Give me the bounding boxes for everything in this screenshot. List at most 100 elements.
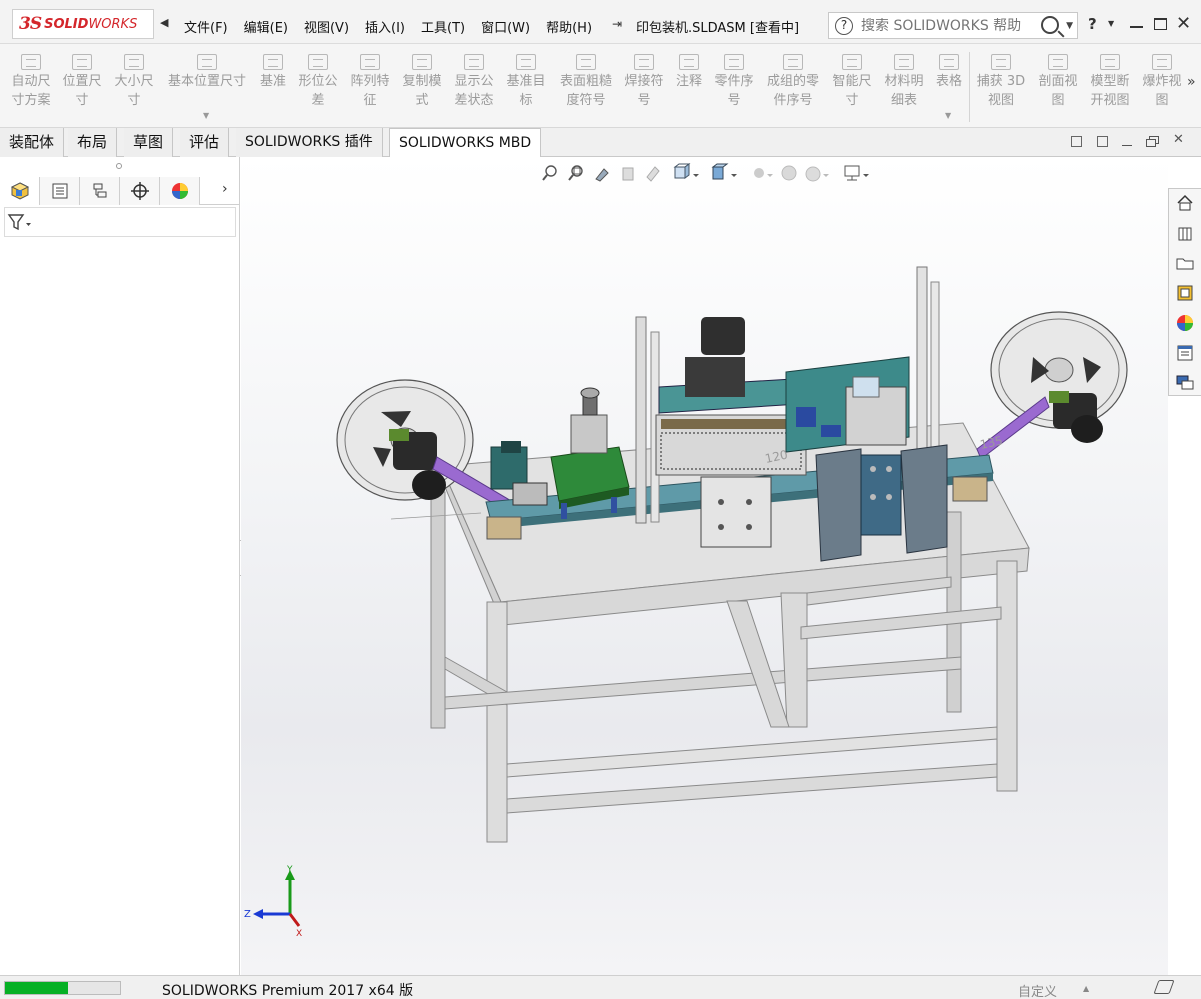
help-search-input[interactable] — [861, 17, 1031, 34]
tool-label: 复制模 — [402, 74, 442, 89]
help-dropdown-icon[interactable]: ▼ — [1108, 19, 1114, 28]
dimxpert-manager-tab[interactable] — [120, 177, 160, 205]
tool-weld-symbol[interactable]: 焊接符号 — [620, 54, 668, 110]
tool-surface-finish[interactable]: 表面粗糙 度符号 — [555, 54, 617, 110]
maximize-button[interactable] — [1154, 18, 1167, 30]
menu-bar: 文件(F) 编辑(E) 视图(V) 插入(I) 工具(T) 窗口(W) 帮助(H… — [176, 17, 600, 36]
tool-label: 寸 — [75, 93, 89, 108]
tool-exploded-view[interactable]: 爆炸视图 — [1138, 54, 1186, 110]
property-manager-tab[interactable] — [40, 177, 80, 205]
appearances-icon[interactable] — [1173, 311, 1197, 335]
design-library-icon[interactable] — [1173, 221, 1197, 245]
configuration-manager-icon — [93, 183, 106, 198]
search-dropdown-icon[interactable]: ▼ — [1066, 21, 1073, 31]
search-icon[interactable] — [1041, 16, 1059, 34]
menu-help[interactable]: 帮助(H) — [546, 17, 592, 36]
tool-location-dimension[interactable]: 位置尺寸 — [58, 54, 106, 110]
solidworks-logo[interactable]: 3S SOLID WORKS — [12, 9, 154, 39]
menu-collapse-icon[interactable]: ◀ — [160, 16, 168, 29]
tool-label: 智能尺 — [832, 74, 872, 89]
graphics-area[interactable]: 120 135 Y Z X — [241, 157, 1168, 975]
help-search-box[interactable]: ? ▼ — [828, 12, 1078, 39]
pin-menu-icon[interactable]: ⇥ — [612, 17, 622, 31]
minimize-button[interactable] — [1130, 26, 1143, 28]
feature-manager-tab[interactable] — [0, 177, 40, 205]
view-palette-icon[interactable] — [1173, 281, 1197, 305]
tool-label: 基准 — [259, 74, 286, 89]
tool-label: 零件序 — [714, 74, 754, 89]
basic-location-dropdown-icon[interactable]: ▼ — [203, 111, 209, 120]
assembly-model[interactable]: 120 135 — [241, 157, 1168, 975]
forum-icon[interactable] — [1173, 371, 1197, 395]
menu-view[interactable]: 视图(V) — [304, 17, 349, 36]
tool-capture-3d-view[interactable]: 捕获 3D 视图 — [974, 54, 1028, 110]
property-manager-icon — [52, 183, 67, 199]
tab-evaluate[interactable]: 评估 — [180, 128, 230, 157]
doc-close-button[interactable]: ✕ — [1173, 132, 1184, 147]
tool-table[interactable]: 表格 — [932, 54, 966, 91]
tool-size-dimension[interactable]: 大小尺寸 — [110, 54, 158, 110]
auto-dimension-scheme-icon — [21, 54, 41, 70]
tool-label: 表面粗糙 — [559, 74, 612, 89]
ds-logo-icon: 3S — [19, 14, 42, 34]
left-reel — [336, 379, 474, 501]
tool-smart-dimension[interactable]: 智能尺寸 — [828, 54, 876, 110]
tool-basic-location-dimension[interactable]: 基本位置尺寸 — [162, 54, 252, 91]
dimension-label[interactable]: 135 — [979, 433, 1004, 451]
tool-show-tolerance-status[interactable]: 显示公 差状态 — [450, 54, 498, 110]
task-pane-folder-icon — [1176, 258, 1194, 270]
close-button[interactable]: ✕ — [1176, 13, 1191, 34]
tool-datum[interactable]: 基准 — [256, 54, 290, 91]
toolbar-more-icon[interactable]: » — [1187, 74, 1196, 90]
tool-balloon[interactable]: 零件序号 — [710, 54, 758, 110]
tool-label: 爆炸视 — [1142, 74, 1182, 89]
table-dropdown-icon[interactable]: ▼ — [945, 111, 951, 120]
custom-properties-icon[interactable] — [1173, 341, 1197, 365]
menu-tools[interactable]: 工具(T) — [421, 17, 465, 36]
section-view-icon — [1048, 54, 1068, 70]
size-dimension-icon — [124, 54, 144, 70]
filter-box[interactable] — [4, 207, 236, 237]
tile-right-icon[interactable] — [1097, 136, 1108, 147]
tool-auto-dimension-scheme[interactable]: 自动尺 寸方案 — [6, 54, 56, 110]
task-pane-tabs — [1168, 188, 1201, 396]
tab-addins[interactable]: SOLIDWORKS 插件 — [236, 128, 383, 157]
home-icon[interactable] — [1173, 191, 1197, 215]
triad-z-label: Z — [244, 909, 251, 920]
panel-more-icon[interactable]: › — [222, 181, 228, 197]
configuration-manager-tab[interactable] — [80, 177, 120, 205]
pattern-feature-icon — [360, 54, 380, 70]
tab-layout[interactable]: 布局 — [68, 128, 118, 157]
tool-label: 基准目 — [506, 74, 546, 89]
menu-edit[interactable]: 编辑(E) — [244, 17, 288, 36]
tab-mbd[interactable]: SOLIDWORKS MBD — [389, 128, 542, 158]
panel-grip[interactable] — [116, 163, 122, 169]
tool-label: 基本位置尺寸 — [167, 74, 246, 89]
menu-file[interactable]: 文件(F) — [184, 17, 228, 36]
task-pane-appearance-icon — [1177, 315, 1193, 331]
doc-minimize-button[interactable] — [1122, 145, 1132, 146]
tool-bom[interactable]: 材料明 细表 — [880, 54, 928, 110]
tool-section-view[interactable]: 剖面视图 — [1034, 54, 1082, 110]
menu-window[interactable]: 窗口(W) — [481, 17, 530, 36]
exploded-view-icon — [1152, 54, 1172, 70]
tab-sketch[interactable]: 草图 — [124, 128, 174, 157]
help-button[interactable]: ? — [1088, 15, 1097, 33]
tool-pattern-feature[interactable]: 阵列特征 — [346, 54, 394, 110]
unit-system-dropdown-icon[interactable]: ▲ — [1083, 984, 1089, 993]
file-explorer-icon[interactable] — [1173, 251, 1197, 275]
rebuild-icon[interactable] — [1153, 980, 1175, 994]
tool-note[interactable]: 注释 — [672, 54, 706, 91]
progress-bar — [4, 981, 121, 995]
tile-left-icon[interactable] — [1071, 136, 1082, 147]
menu-insert[interactable]: 插入(I) — [365, 17, 405, 36]
unit-system-selector[interactable]: 自定义 — [1018, 981, 1057, 999]
tool-datum-target[interactable]: 基准目标 — [502, 54, 550, 110]
tool-stacked-balloon[interactable]: 成组的零 件序号 — [762, 54, 824, 110]
tool-geometric-tolerance[interactable]: 形位公差 — [294, 54, 342, 110]
display-manager-tab[interactable] — [160, 177, 200, 205]
tool-model-break-view[interactable]: 模型断 开视图 — [1086, 54, 1134, 110]
tab-assembly[interactable]: 装配体 — [0, 128, 65, 157]
tool-copy-scheme[interactable]: 复制模式 — [398, 54, 446, 110]
doc-restore-button[interactable] — [1146, 136, 1159, 147]
